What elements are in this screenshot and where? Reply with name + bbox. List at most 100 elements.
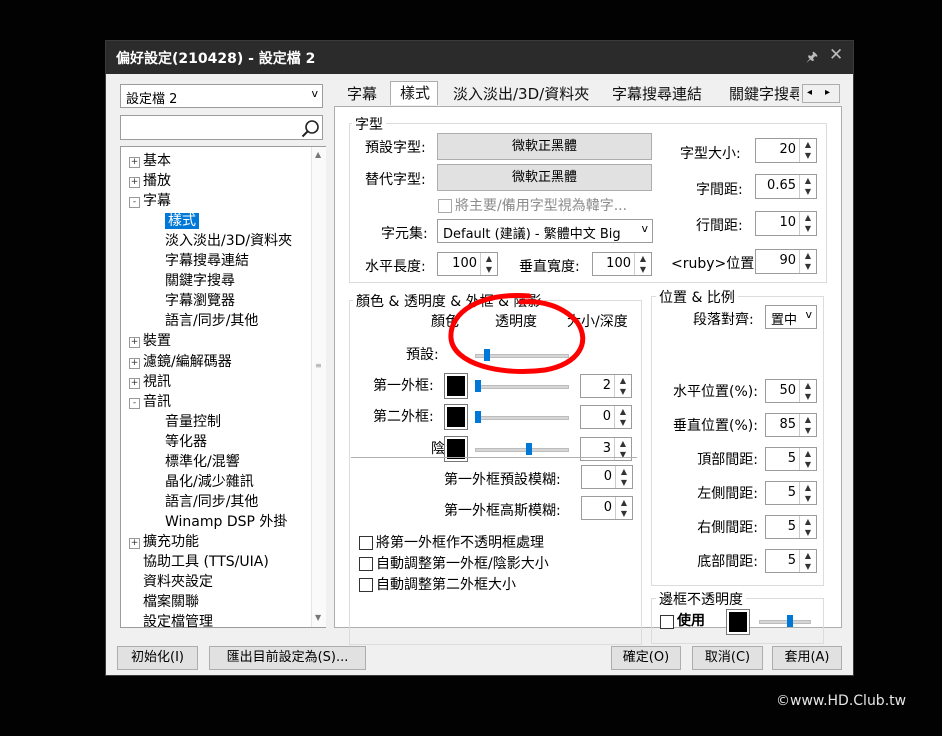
tree-item[interactable]: 音量控制 (165, 411, 221, 431)
spinner-arrows-icon[interactable]: ▲ ▼ (799, 139, 816, 162)
spinner-arrows-icon[interactable]: ▲ ▼ (614, 375, 631, 397)
auto-outline-shadow-checkbox[interactable] (359, 557, 373, 571)
tree-category[interactable]: - 字幕 (129, 190, 171, 210)
bottom-margin-spinner[interactable]: 5 ▲ ▼ (765, 549, 817, 573)
tab-scroll[interactable]: ◂ ▸ (802, 84, 840, 103)
align-select[interactable]: 置中 v (765, 305, 817, 329)
opacity-slider-track[interactable] (475, 448, 569, 452)
scroll-down-icon[interactable]: ▼ (315, 613, 321, 622)
opacity-slider-track[interactable] (475, 385, 569, 389)
expand-icon[interactable]: + (129, 157, 140, 168)
tree-category[interactable]: + 濾鏡/編解碼器 (129, 351, 232, 371)
tree-item[interactable]: 標準化/混響 (165, 451, 240, 471)
cancel-button[interactable]: 取消(C) (692, 646, 763, 670)
ok-button[interactable]: 確定(O) (611, 646, 681, 670)
close-icon[interactable]: ✕ (829, 45, 843, 65)
tree-item[interactable]: 等化器 (165, 431, 207, 451)
tab-fade-3d-folder[interactable]: 淡入淡出/3D/資料夾 (453, 83, 589, 107)
border-color-swatch[interactable] (726, 609, 750, 635)
tab-scroll-left-icon[interactable]: ◂ (807, 87, 812, 98)
pin-icon[interactable]: 🖈 (806, 48, 818, 70)
scroll-up-icon[interactable]: ▲ (315, 150, 321, 159)
horizontal-position-spinner[interactable]: 50 ▲ ▼ (765, 379, 817, 403)
ruby-position-spinner[interactable]: 90 ▲ ▼ (755, 249, 817, 274)
spinner-arrows-icon[interactable]: ▲ ▼ (480, 253, 497, 275)
opacity-slider-thumb[interactable] (525, 443, 532, 455)
tree-item[interactable]: 檔案關聯 (129, 591, 199, 611)
use-border-opacity-checkbox[interactable] (660, 615, 674, 629)
blur-default-spinner[interactable]: 0 ▲ ▼ (581, 465, 633, 489)
expand-icon[interactable]: + (129, 357, 140, 369)
hlen-spinner[interactable]: 100 ▲ ▼ (437, 252, 498, 276)
opacity-slider-thumb[interactable] (475, 411, 481, 423)
tree-item[interactable]: 設定檔管理 (129, 611, 213, 631)
char-spacing-spinner[interactable]: 0.65 ▲ ▼ (755, 174, 817, 199)
expand-icon[interactable]: + (129, 377, 140, 389)
search-input[interactable] (120, 115, 323, 140)
color-swatch[interactable] (444, 404, 468, 430)
export-settings-button[interactable]: 匯出目前設定為(S)... (209, 646, 366, 670)
init-button[interactable]: 初始化(I) (117, 646, 198, 670)
right-margin-spinner[interactable]: 5 ▲ ▼ (765, 515, 817, 539)
size-spinner[interactable]: 0 ▲ ▼ (580, 405, 632, 429)
tab-subtitle-search-links[interactable]: 字幕搜尋連結 (612, 83, 702, 107)
collapse-icon[interactable]: - (129, 397, 140, 409)
tree-item[interactable]: 字幕搜尋連結 (165, 250, 249, 270)
border-opacity-track[interactable] (759, 620, 811, 624)
spinner-arrows-icon[interactable]: ▲ ▼ (615, 466, 632, 488)
tree-category[interactable]: + 裝置 (129, 330, 171, 350)
opaque-box-checkbox[interactable] (359, 536, 373, 550)
spinner-arrows-icon[interactable]: ▲ ▼ (615, 497, 632, 519)
blur-gauss-spinner[interactable]: 0 ▲ ▼ (581, 496, 633, 520)
default-font-button[interactable]: 微軟正黑體 (437, 133, 652, 160)
scroll-grip-icon[interactable]: ≡ (315, 361, 322, 370)
search-icon[interactable] (301, 119, 320, 138)
tree-item[interactable]: 關鍵字搜尋 (165, 270, 235, 290)
spinner-arrows-icon[interactable]: ▲ ▼ (799, 175, 816, 198)
spinner-arrows-icon[interactable]: ▲ ▼ (799, 550, 816, 572)
tab-style[interactable]: 樣式 (390, 81, 438, 105)
spinner-arrows-icon[interactable]: ▲ ▼ (799, 250, 816, 273)
tree-item[interactable]: 語言/同步/其他 (165, 491, 258, 511)
auto-second-outline-checkbox[interactable] (359, 578, 373, 592)
tree-item[interactable]: 協助工具 (TTS/UIA) (129, 551, 269, 571)
border-opacity-slider[interactable] (786, 615, 793, 627)
tree-category[interactable]: + 擴充功能 (129, 531, 199, 551)
tree-item[interactable]: 字幕瀏覽器 (165, 290, 235, 310)
tree-item[interactable]: 晶化/減少雜訊 (165, 471, 254, 491)
spinner-arrows-icon[interactable]: ▲ ▼ (799, 414, 816, 436)
font-size-spinner[interactable]: 20 ▲ ▼ (755, 138, 817, 163)
vertical-position-spinner[interactable]: 85 ▲ ▼ (765, 413, 817, 437)
apply-button[interactable]: 套用(A) (772, 646, 842, 670)
spinner-arrows-icon[interactable]: ▲ ▼ (614, 406, 631, 428)
tree-item[interactable]: 淡入淡出/3D/資料夾 (165, 230, 292, 250)
opacity-slider-track[interactable] (475, 416, 569, 420)
line-spacing-spinner[interactable]: 10 ▲ ▼ (755, 211, 817, 236)
expand-icon[interactable]: + (129, 537, 140, 549)
tab-keyword-search[interactable]: 關鍵字搜尋 (729, 83, 799, 107)
spinner-arrows-icon[interactable]: ▲ ▼ (799, 380, 816, 402)
spinner-arrows-icon[interactable]: ▲ ▼ (634, 253, 651, 275)
tree-item[interactable]: Winamp DSP 外掛 (165, 511, 287, 531)
vwidth-spinner[interactable]: 100 ▲ ▼ (592, 252, 652, 276)
collapse-icon[interactable]: - (129, 197, 140, 209)
spinner-arrows-icon[interactable]: ▲ ▼ (799, 516, 816, 538)
tree-item[interactable]: 資料夾設定 (129, 571, 213, 591)
tree-category[interactable]: - 音訊 (129, 391, 171, 411)
tab-scroll-right-icon[interactable]: ▸ (825, 87, 830, 98)
spinner-arrows-icon[interactable]: ▲ ▼ (799, 482, 816, 504)
tree-item[interactable]: 語言/同步/其他 (165, 310, 258, 330)
tree-category[interactable]: + 播放 (129, 170, 171, 190)
korean-font-checkbox[interactable] (438, 199, 452, 213)
spinner-arrows-icon[interactable]: ▲ ▼ (799, 212, 816, 235)
alt-font-button[interactable]: 微軟正黑體 (437, 164, 652, 191)
left-margin-spinner[interactable]: 5 ▲ ▼ (765, 481, 817, 505)
tree-category[interactable]: + 視訊 (129, 371, 171, 391)
spinner-arrows-icon[interactable]: ▲ ▼ (799, 448, 816, 470)
tree-category[interactable]: + 基本 (129, 150, 171, 170)
tab-subtitles[interactable]: 字幕 (347, 83, 377, 107)
expand-icon[interactable]: + (129, 177, 140, 189)
expand-icon[interactable]: + (129, 337, 140, 349)
top-margin-spinner[interactable]: 5 ▲ ▼ (765, 447, 817, 471)
tree-scrollbar[interactable]: ▲ ≡ ▼ (311, 147, 326, 627)
